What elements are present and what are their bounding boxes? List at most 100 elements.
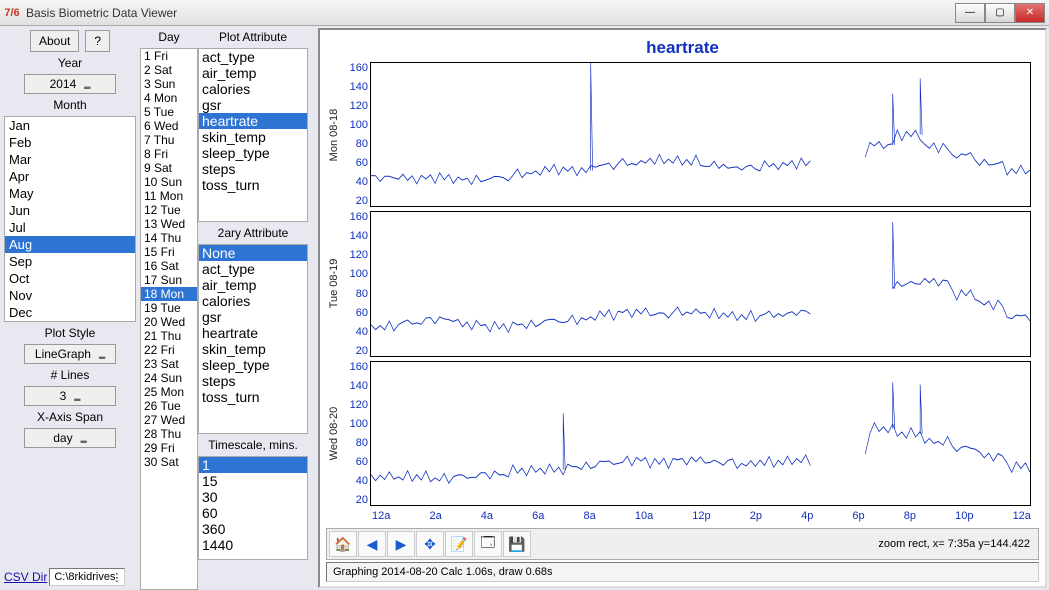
month-item[interactable]: Feb [5,134,135,151]
month-listbox[interactable]: JanFebMarAprMayJunJulAugSepOctNovDec [4,116,136,322]
day-listbox[interactable]: 1 Fri2 Sat3 Sun4 Mon5 Tue6 Wed7 Thu8 Fri… [140,48,198,590]
titlebar: 7/6 Basis Biometric Data Viewer — ▢ ✕ [0,0,1049,26]
day-item[interactable]: 20 Wed [141,315,197,329]
timescale-item[interactable]: 15 [199,473,307,489]
secattr-item[interactable]: heartrate [199,325,307,341]
close-button[interactable]: ✕ [1015,3,1045,23]
month-item[interactable]: Nov [5,287,135,304]
secattr-listbox[interactable]: Noneact_typeair_tempcaloriesgsrheartrate… [198,244,308,434]
day-item[interactable]: 28 Thu [141,427,197,441]
day-item[interactable]: 18 Mon [141,287,197,301]
secattr-item[interactable]: act_type [199,261,307,277]
chart-xaxis: 12a2a4a6a8a10a12p2p4p6p8p10p12a [372,508,1031,528]
chart-row: Mon 08-1816014012010080604020 [326,60,1031,209]
month-item[interactable]: Sep [5,253,135,270]
timescale-item[interactable]: 30 [199,489,307,505]
plotattr-item[interactable]: sleep_type [199,145,307,161]
xspan-dropdown[interactable]: day [24,428,116,448]
home-icon[interactable]: 🏠 [329,531,357,557]
day-item[interactable]: 23 Sat [141,357,197,371]
day-item[interactable]: 6 Wed [141,119,197,133]
secattr-item[interactable]: None [199,245,307,261]
plotattr-item[interactable]: skin_temp [199,129,307,145]
day-item[interactable]: 10 Sun [141,175,197,189]
day-item[interactable]: 14 Thu [141,231,197,245]
plotattr-item[interactable]: gsr [199,97,307,113]
secattr-item[interactable]: toss_turn [199,389,307,405]
edit-icon[interactable]: 📝 [445,531,473,557]
chart-plotbox[interactable] [370,211,1031,356]
plotattr-listbox[interactable]: act_typeair_tempcaloriesgsrheartrateskin… [198,48,308,222]
month-item[interactable]: Mar [5,151,135,168]
day-item[interactable]: 2 Sat [141,63,197,77]
day-item[interactable]: 13 Wed [141,217,197,231]
numlines-dropdown[interactable]: 3 [24,386,116,406]
maximize-button[interactable]: ▢ [985,3,1015,23]
csvdir-path[interactable]: C:\8rkidrives [49,568,125,586]
help-button[interactable]: ? [85,30,110,52]
day-item[interactable]: 25 Mon [141,385,197,399]
day-item[interactable]: 29 Fri [141,441,197,455]
plotattr-item[interactable]: toss_turn [199,177,307,193]
day-item[interactable]: 30 Sat [141,455,197,469]
secattr-item[interactable]: gsr [199,309,307,325]
day-item[interactable]: 27 Wed [141,413,197,427]
day-item[interactable]: 7 Thu [141,133,197,147]
month-item[interactable]: Jan [5,117,135,134]
config-icon[interactable]: 🗔 [474,531,502,557]
plotattr-item[interactable]: calories [199,81,307,97]
secattr-item[interactable]: sleep_type [199,357,307,373]
timescale-item[interactable]: 60 [199,505,307,521]
chart-ylabel: Tue 08-19 [326,209,342,358]
plot-area: heartrate Mon 08-1816014012010080604020T… [318,28,1047,588]
secattr-item[interactable]: steps [199,373,307,389]
month-item[interactable]: Apr [5,168,135,185]
day-item[interactable]: 17 Sun [141,273,197,287]
chart-plotbox[interactable] [370,62,1031,207]
timescale-listbox[interactable]: 11530603601440 [198,456,308,560]
csvdir-link[interactable]: CSV Dir [4,570,47,584]
secattr-item[interactable]: skin_temp [199,341,307,357]
day-item[interactable]: 9 Sat [141,161,197,175]
timescale-item[interactable]: 1 [199,457,307,473]
secattr-item[interactable]: calories [199,293,307,309]
day-item[interactable]: 26 Tue [141,399,197,413]
day-item[interactable]: 8 Fri [141,147,197,161]
month-item[interactable]: Oct [5,270,135,287]
save-icon[interactable]: 💾 [503,531,531,557]
plotattr-item[interactable]: act_type [199,49,307,65]
plotattr-item[interactable]: steps [199,161,307,177]
plotattr-item[interactable]: air_temp [199,65,307,81]
day-item[interactable]: 5 Tue [141,105,197,119]
month-item[interactable]: Aug [5,236,135,253]
day-item[interactable]: 15 Fri [141,245,197,259]
plotattr-item[interactable]: heartrate [199,113,307,129]
minimize-button[interactable]: — [955,3,985,23]
day-item[interactable]: 4 Mon [141,91,197,105]
timescale-item[interactable]: 1440 [199,537,307,553]
month-item[interactable]: Jul [5,219,135,236]
forward-icon[interactable]: ▶ [387,531,415,557]
month-item[interactable]: Dec [5,304,135,321]
day-item[interactable]: 12 Tue [141,203,197,217]
month-item[interactable]: May [5,185,135,202]
back-icon[interactable]: ◀ [358,531,386,557]
about-button[interactable]: About [30,30,79,52]
day-item[interactable]: 21 Thu [141,329,197,343]
day-item[interactable]: 11 Mon [141,189,197,203]
day-item[interactable]: 16 Sat [141,259,197,273]
day-item[interactable]: 3 Sun [141,77,197,91]
secattr-item[interactable]: air_temp [199,277,307,293]
day-item[interactable]: 22 Fri [141,343,197,357]
timescale-item[interactable]: 360 [199,521,307,537]
day-item[interactable]: 24 Sun [141,371,197,385]
app-icon: 7/6 [4,5,20,21]
year-dropdown[interactable]: 2014 [24,74,116,94]
day-item[interactable]: 1 Fri [141,49,197,63]
day-item[interactable]: 19 Tue [141,301,197,315]
chart-plotbox[interactable] [370,361,1031,506]
pan-icon[interactable]: ✥ [416,531,444,557]
chart-row: Tue 08-1916014012010080604020 [326,209,1031,358]
month-item[interactable]: Jun [5,202,135,219]
plotstyle-dropdown[interactable]: LineGraph [24,344,116,364]
